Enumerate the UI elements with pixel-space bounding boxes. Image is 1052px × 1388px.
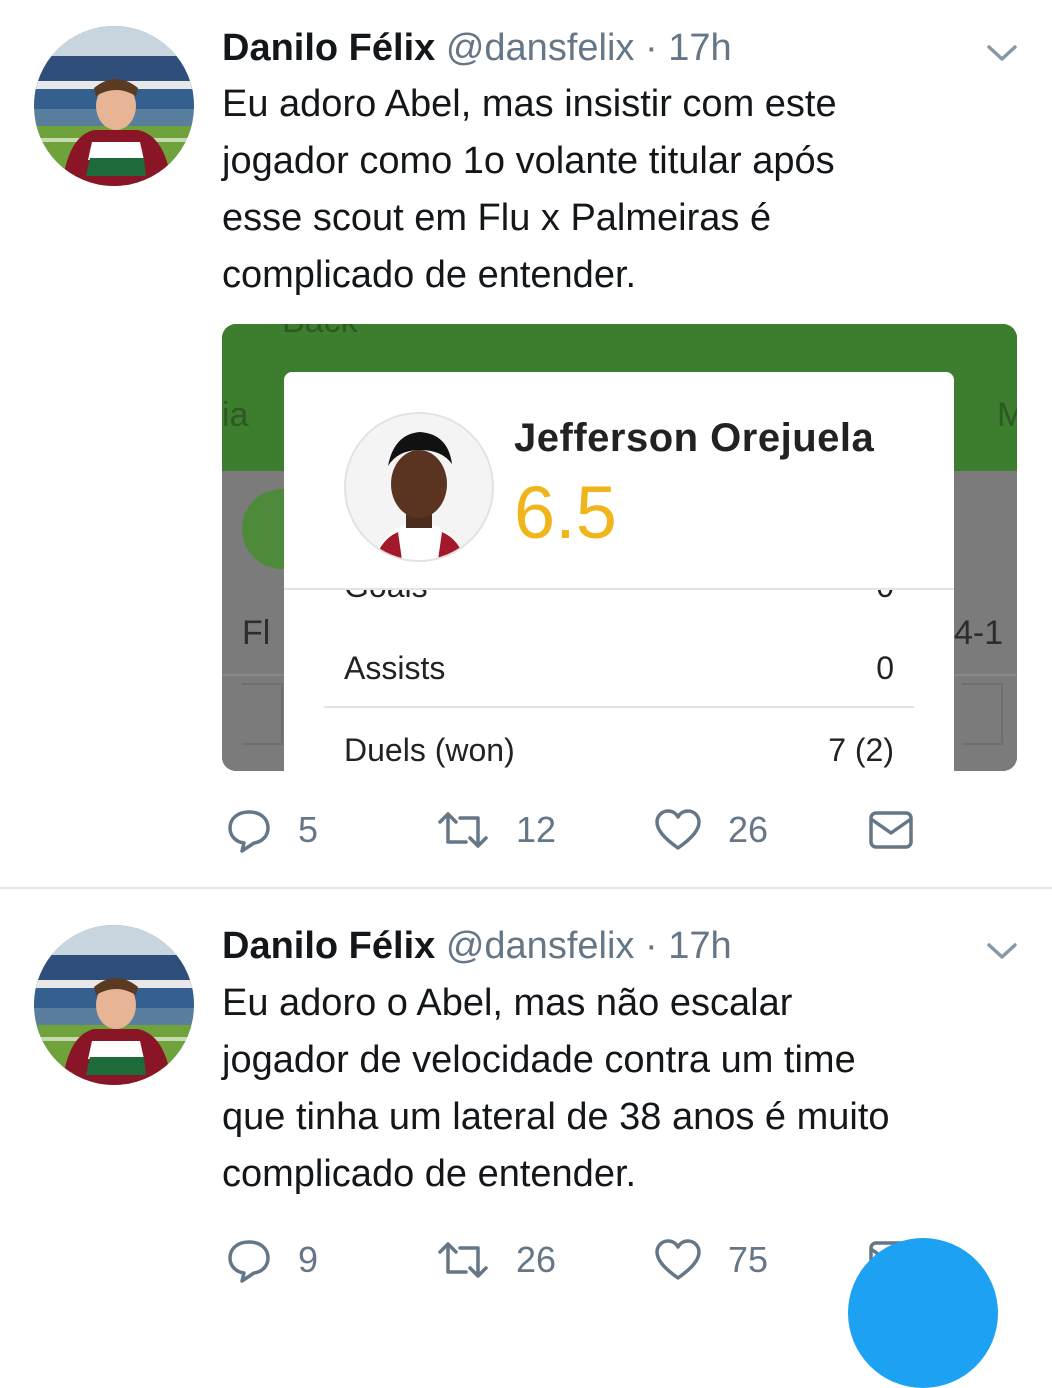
reply-button[interactable]: 9 — [226, 1230, 318, 1290]
like-button[interactable]: 75 — [654, 1230, 768, 1290]
like-button[interactable]: 26 — [654, 800, 768, 860]
retweet-count: 26 — [516, 1239, 557, 1280]
tweet-text-line: jogador de velocidade contra um time — [222, 1039, 856, 1081]
stat-value: 0 — [876, 650, 894, 686]
tweet-2[interactable]: Danilo Félix @dansfelix · 17h Eu adoro o… — [0, 889, 1052, 1283]
tweet-text: Eu adoro Abel, mas insistir com este jog… — [222, 76, 1022, 304]
direct-message-button[interactable] — [868, 800, 914, 860]
header-separator: · — [644, 925, 658, 967]
tweet-time[interactable]: 17h — [668, 27, 731, 69]
retweet-icon — [438, 1242, 488, 1278]
retweet-icon — [438, 812, 488, 848]
retweet-count: 12 — [516, 809, 557, 850]
tweet-text-line: Eu adoro o Abel, mas não escalar — [222, 982, 793, 1024]
player-photo — [344, 412, 494, 562]
tweet-header: Danilo Félix @dansfelix · 17h — [222, 24, 732, 72]
tweet-text-line: jogador como 1o volante titular após — [222, 140, 835, 182]
reply-icon — [228, 1240, 270, 1283]
stat-label: Assists — [344, 650, 446, 686]
tweet-text-line: que tinha um lateral de 38 anos é muito — [222, 1096, 890, 1138]
header-separator: · — [644, 27, 658, 69]
envelope-icon — [869, 811, 913, 849]
media-fragment-score: 4-1 — [954, 614, 1004, 652]
compose-fab[interactable] — [848, 1238, 998, 1388]
tweet-text-line: complicado de entender. — [222, 254, 637, 296]
author-avatar[interactable] — [34, 925, 194, 1085]
stat-value: 7 (2) — [828, 732, 894, 768]
tweet-time[interactable]: 17h — [668, 925, 731, 967]
player-rating: 6.5 — [514, 471, 617, 554]
stat-label: Goals — [344, 590, 428, 605]
author-handle[interactable]: @dansfelix — [446, 925, 635, 967]
like-count: 75 — [728, 1239, 769, 1280]
media-fragment-left-tab: ia — [222, 396, 249, 434]
tweet-actions: 5 12 26 — [222, 800, 1022, 860]
tweet-text-line: complicado de entender. — [222, 1153, 637, 1195]
heart-icon — [655, 809, 701, 850]
author-handle[interactable]: @dansfelix — [446, 27, 635, 69]
author-name[interactable]: Danilo Félix — [222, 925, 435, 967]
reply-icon — [228, 810, 270, 853]
author-name[interactable]: Danilo Félix — [222, 27, 435, 69]
chevron-down-icon[interactable] — [984, 936, 1020, 964]
stat-divider — [324, 706, 914, 708]
tweet-1[interactable]: Danilo Félix @dansfelix · 17h Eu adoro A… — [0, 0, 1052, 887]
media-fragment-right-tab: M — [997, 396, 1017, 434]
reply-count: 9 — [298, 1239, 319, 1280]
tweet-text: Eu adoro o Abel, mas não escalar jogador… — [222, 975, 1022, 1203]
tweet-text-line: esse scout em Flu x Palmeiras é — [222, 197, 772, 239]
stat-value: 0 — [876, 590, 894, 605]
retweet-button[interactable]: 26 — [436, 1230, 556, 1290]
author-avatar[interactable] — [34, 26, 194, 186]
reply-button[interactable]: 5 — [226, 800, 318, 860]
player-rating-card: Jefferson Orejuela 6.5 Goals 0 Assists 0… — [284, 372, 954, 771]
tweet-text-line: Eu adoro Abel, mas insistir com este — [222, 83, 837, 125]
stat-label: Duels (won) — [344, 732, 515, 768]
media-fragment-back: Back — [282, 324, 358, 341]
reply-count: 5 — [298, 809, 319, 850]
heart-icon — [655, 1239, 701, 1280]
player-name: Jefferson Orejuela — [514, 416, 875, 460]
media-fragment-team: Fl — [242, 614, 271, 652]
like-count: 26 — [728, 809, 769, 850]
tweet-media-image[interactable]: Back ia M Fl 4-1 Jefferson Orejuela 6.5 — [222, 324, 1017, 771]
stat-row-clipped: Goals 0 — [284, 590, 954, 612]
retweet-button[interactable]: 12 — [436, 800, 556, 860]
tweet-header: Danilo Félix @dansfelix · 17h — [222, 922, 732, 970]
chevron-down-icon[interactable] — [984, 38, 1020, 66]
